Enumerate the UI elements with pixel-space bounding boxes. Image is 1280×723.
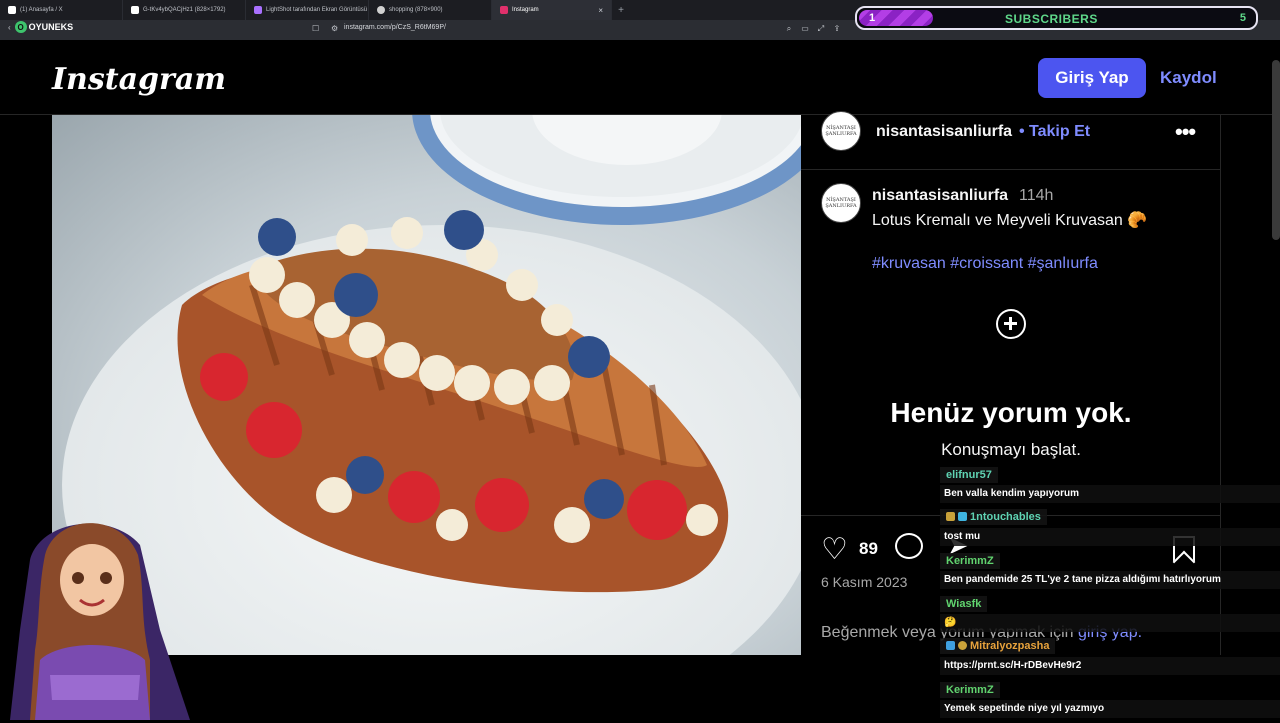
globe-icon bbox=[377, 6, 385, 14]
caption-avatar[interactable]: NİŞANTAŞI ŞANLIURFA bbox=[821, 183, 861, 223]
lightshot-icon bbox=[254, 6, 262, 14]
x-icon bbox=[8, 6, 16, 14]
like-count: 89 bbox=[859, 539, 878, 558]
chat-username: Wiasfk bbox=[940, 596, 988, 612]
subscribers-goal: 5 bbox=[1239, 12, 1246, 24]
oyuneks-logo-mark: O bbox=[14, 21, 27, 33]
login-button[interactable]: Giriş Yap bbox=[1038, 58, 1146, 98]
chat-username: elifnur57 bbox=[940, 467, 998, 483]
chat-text: 🤔 bbox=[940, 614, 1280, 632]
chat-message: 1ntouchables tost mu bbox=[940, 508, 1280, 546]
empty-comments-title: Henüz yorum yok. bbox=[890, 397, 1132, 428]
zoom-icon[interactable]: ⌕ bbox=[784, 24, 794, 34]
chat-username: 1ntouchables bbox=[970, 510, 1041, 523]
chat-message: elifnur57 Ben valla kendim yapıyorum bbox=[940, 465, 1280, 503]
bits-badge-icon bbox=[958, 512, 967, 521]
close-tab-icon[interactable]: × bbox=[592, 6, 603, 15]
chat-text: Ben valla kendim yapıyorum bbox=[940, 485, 1280, 503]
chat-username: KerimmZ bbox=[940, 682, 1000, 698]
tab-lightshot[interactable]: LightShot tarafından Ekran Görüntüsü bbox=[246, 0, 369, 20]
chat-message: KerimmZ Yemek sepetinde niye yıl yazmıyo bbox=[940, 680, 1280, 718]
chat-message: KerimmZ Ben pandemide 25 TL'ye 2 tane pi… bbox=[940, 551, 1280, 589]
url-field[interactable]: instagram.com/p/CzS_R6tM69P/ bbox=[344, 24, 446, 31]
account-username[interactable]: nisantasisanliurfa bbox=[876, 123, 1012, 141]
tab-shopping[interactable]: shopping (878×900) bbox=[369, 0, 492, 20]
oyuneks-logo: ‹ O OYUNEKS bbox=[8, 21, 74, 33]
caption-username[interactable]: nisantasisanliurfa bbox=[872, 187, 1008, 205]
x-icon bbox=[131, 6, 139, 14]
chat-text: Ben pandemide 25 TL'ye 2 tane pizza aldı… bbox=[940, 571, 1280, 589]
chat-username-row: 1ntouchables bbox=[940, 508, 1047, 525]
tab-image[interactable]: G-tKv4ybQACjHz1 (828×1792) bbox=[123, 0, 246, 20]
subscribers-current: 1 bbox=[869, 12, 876, 24]
add-comment-icon[interactable] bbox=[996, 309, 1026, 339]
prime-badge-icon bbox=[946, 641, 955, 650]
signup-link[interactable]: Kaydol bbox=[1160, 58, 1217, 98]
chat-message: Wiasfk 🤔 bbox=[940, 594, 1280, 632]
follow-button[interactable]: • Takip Et bbox=[1019, 123, 1090, 141]
bookmark-page-icon[interactable]: ☐ bbox=[312, 24, 319, 33]
share-page-icon[interactable]: ⇪ bbox=[832, 24, 842, 34]
ig-header: Instagram Giriş Yap Kaydol bbox=[0, 40, 1280, 115]
sub-badge-icon bbox=[946, 512, 955, 521]
sub-badge-icon bbox=[958, 641, 967, 650]
screenshot-icon[interactable]: ⤢ bbox=[816, 24, 826, 34]
instagram-logo[interactable]: Instagram bbox=[52, 62, 226, 97]
post-caption: Lotus Kremalı ve Meyveli Kruvasan 🥐 bbox=[872, 212, 1148, 229]
tab-instagram[interactable]: Instagram × bbox=[492, 0, 612, 20]
new-tab-button[interactable]: + bbox=[612, 5, 630, 16]
empty-comments-subtitle: Konuşmayı başlat. bbox=[941, 440, 1081, 459]
chat-username-row: Mitralyozpasha bbox=[940, 637, 1056, 654]
chat-username: Mitralyozpasha bbox=[970, 639, 1050, 652]
instagram-icon bbox=[500, 6, 508, 14]
page-scrollbar[interactable] bbox=[1272, 60, 1280, 240]
chat-text: Yemek sepetinde niye yıl yazmıyo bbox=[940, 700, 1280, 718]
more-options-icon[interactable]: ••• bbox=[1175, 119, 1196, 145]
subscribers-label: SUBSCRIBERS bbox=[1005, 12, 1098, 26]
like-icon[interactable]: ♡ bbox=[821, 532, 848, 567]
chat-text: tost mu bbox=[940, 528, 1280, 546]
post-hashtags[interactable]: #kruvasan #croissant #şanlıurfa bbox=[872, 255, 1098, 273]
site-info-icon[interactable]: ⚙ bbox=[331, 24, 338, 33]
back-icon[interactable]: ‹ bbox=[8, 23, 11, 32]
chat-message: Mitralyozpasha https://prnt.sc/H-rDBevHe… bbox=[940, 637, 1280, 675]
streamer-avatar bbox=[10, 523, 190, 720]
post-header: NİŞANTAŞI ŞANLIURFA nisantasisanliurfa • … bbox=[801, 111, 1221, 170]
account-avatar[interactable]: NİŞANTAŞI ŞANLIURFA bbox=[821, 111, 861, 151]
chat-text: https://prnt.sc/H-rDBevHe9r2 bbox=[940, 657, 1280, 675]
post-time: 114h bbox=[1019, 187, 1054, 204]
chat-username: KerimmZ bbox=[940, 553, 1000, 569]
cast-icon[interactable]: ▭ bbox=[800, 24, 810, 34]
stream-chat: elifnur57 Ben valla kendim yapıyorum 1nt… bbox=[940, 465, 1280, 723]
post-date: 6 Kasım 2023 bbox=[821, 574, 908, 590]
comment-icon[interactable] bbox=[895, 533, 923, 559]
subscribers-goal-bar: 1 SUBSCRIBERS 5 bbox=[855, 6, 1258, 30]
